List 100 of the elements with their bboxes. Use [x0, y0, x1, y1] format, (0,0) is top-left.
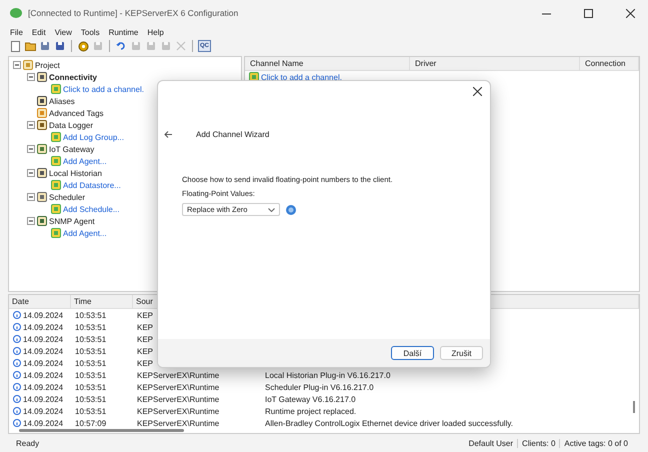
add-channel-link[interactable]: Click to add a channel. — [261, 72, 342, 82]
expander-icon[interactable] — [27, 121, 35, 129]
column-header[interactable]: Channel Name — [245, 57, 410, 70]
source-cell-text: KEP — [137, 310, 154, 320]
tree-item[interactable]: Scheduler — [49, 192, 86, 202]
source-cell-text: KEPServerEX\Runtime — [137, 394, 220, 404]
save-icon — [55, 41, 65, 51]
info-icon — [13, 323, 21, 331]
node-icon — [37, 72, 47, 82]
time-cell-text: 10:53:51 — [75, 382, 108, 392]
toolbar-button[interactable] — [9, 40, 21, 52]
dialog-title: Add Channel Wizard — [196, 130, 270, 138]
message-cell-text: Allen-Bradley ControlLogix Ethernet device driver loaded successfully. — [265, 418, 514, 428]
tree-item[interactable]: Aliases — [49, 96, 75, 106]
menu-item[interactable]: Help — [147, 28, 164, 36]
column-header[interactable]: Driver — [410, 57, 580, 70]
add-link[interactable]: Add Schedule... — [63, 204, 120, 214]
time-cell-text: 10:53:51 — [75, 394, 108, 404]
message-cell-text: Scheduler Plug-in V6.16.217.0 — [265, 382, 375, 392]
add-link[interactable]: Add Log Group... — [63, 132, 124, 142]
menu-item[interactable]: Tools — [80, 28, 100, 36]
maximize-icon[interactable] — [584, 8, 592, 18]
tree-item[interactable]: Advanced Tags — [49, 108, 104, 118]
column-header[interactable]: Time — [71, 295, 133, 308]
info-icon — [13, 371, 21, 379]
source-cell-text: KEPServerEX\Runtime — [137, 406, 220, 416]
expander-icon[interactable] — [27, 217, 35, 225]
column-header[interactable]: Date — [9, 295, 71, 308]
time-cell-text: 10:53:51 — [75, 334, 108, 344]
add-icon — [51, 204, 61, 214]
cancel-button[interactable]: Zrušit — [440, 346, 483, 360]
add-icon — [249, 72, 259, 82]
expander-icon[interactable] — [27, 169, 35, 177]
info-icon — [13, 311, 21, 319]
add-link[interactable]: Add Agent... — [63, 228, 107, 238]
status-text: Clients: 0 — [517, 438, 560, 448]
next-button[interactable]: Další — [391, 346, 434, 360]
expander-icon[interactable] — [27, 145, 35, 153]
chevron-icon — [268, 208, 275, 212]
date-cell: 14.09.2024 — [23, 358, 64, 368]
tree-item[interactable]: SNMP Agent — [49, 216, 95, 226]
add-icon — [51, 180, 61, 190]
source-cell-text: KEP — [137, 322, 154, 332]
info-icon — [13, 347, 21, 355]
close-icon[interactable] — [626, 8, 634, 18]
close-icon[interactable] — [473, 87, 482, 96]
add-icon — [51, 156, 61, 166]
add-icon — [51, 84, 61, 94]
tree-item[interactable]: Connectivity — [49, 72, 98, 82]
node-icon — [37, 96, 47, 106]
menu-item[interactable]: View — [54, 28, 72, 36]
node-icon — [37, 168, 47, 178]
tree-item[interactable]: Project — [35, 60, 60, 70]
source-cell-text: KEPServerEX\Runtime — [137, 370, 220, 380]
tree-item[interactable]: IoT Gateway — [49, 144, 94, 154]
info-icon — [13, 359, 21, 367]
status-text: Active tags: 0 of 0 — [559, 438, 632, 448]
node-icon — [37, 108, 47, 118]
window-title: [Connected to Runtime] - KEPServerEX 6 Configuration — [28, 8, 240, 18]
date-cell: 14.09.2024 — [23, 346, 64, 356]
date-cell: 14.09.2024 — [23, 370, 64, 380]
toolbar-button[interactable] — [54, 40, 66, 52]
add-link[interactable]: Add Datastore... — [63, 180, 121, 190]
expander-icon[interactable] — [27, 193, 35, 201]
source-cell-text: KEP — [137, 346, 154, 356]
info-icon — [13, 419, 21, 427]
status-text: Default User — [468, 438, 514, 448]
date-cell: 14.09.2024 — [23, 406, 64, 416]
toolbar-button[interactable] — [24, 40, 36, 52]
tree-item[interactable]: Data Logger — [49, 120, 94, 130]
back-arrow-icon[interactable] — [164, 130, 172, 138]
delete-icon — [176, 41, 186, 51]
undo-icon — [116, 41, 126, 51]
add-link[interactable]: Add Agent... — [63, 156, 107, 166]
info-icon — [13, 395, 21, 403]
node-icon — [23, 60, 33, 70]
add-link[interactable]: Click to add a channel. — [63, 84, 144, 94]
node-icon — [37, 192, 47, 202]
time-cell-text: 10:53:51 — [75, 370, 108, 380]
date-cell: 14.09.2024 — [23, 334, 64, 344]
menu-item[interactable]: Edit — [32, 28, 46, 36]
menu-item[interactable]: File — [10, 28, 23, 36]
date-cell: 14.09.2024 — [23, 310, 64, 320]
new-file-icon — [10, 40, 20, 52]
save-icon — [40, 41, 50, 51]
tree-item[interactable]: Local Historian — [49, 168, 102, 178]
expander-icon[interactable] — [27, 73, 35, 81]
toolbar-button[interactable] — [39, 40, 51, 52]
date-cell: 14.09.2024 — [23, 382, 64, 392]
help-icon[interactable] — [286, 204, 296, 214]
menu-item[interactable]: Runtime — [108, 28, 138, 36]
info-icon — [13, 407, 21, 415]
expander-icon[interactable] — [13, 61, 21, 69]
info-icon — [13, 383, 21, 391]
time-cell-text: 10:53:51 — [75, 358, 108, 368]
time-cell-text: 10:53:51 — [75, 346, 108, 356]
toolbar-button[interactable] — [115, 40, 127, 52]
column-header[interactable]: Connection — [580, 57, 639, 70]
time-cell-text: 10:57:09 — [75, 418, 108, 428]
status-text: Ready — [16, 438, 40, 448]
